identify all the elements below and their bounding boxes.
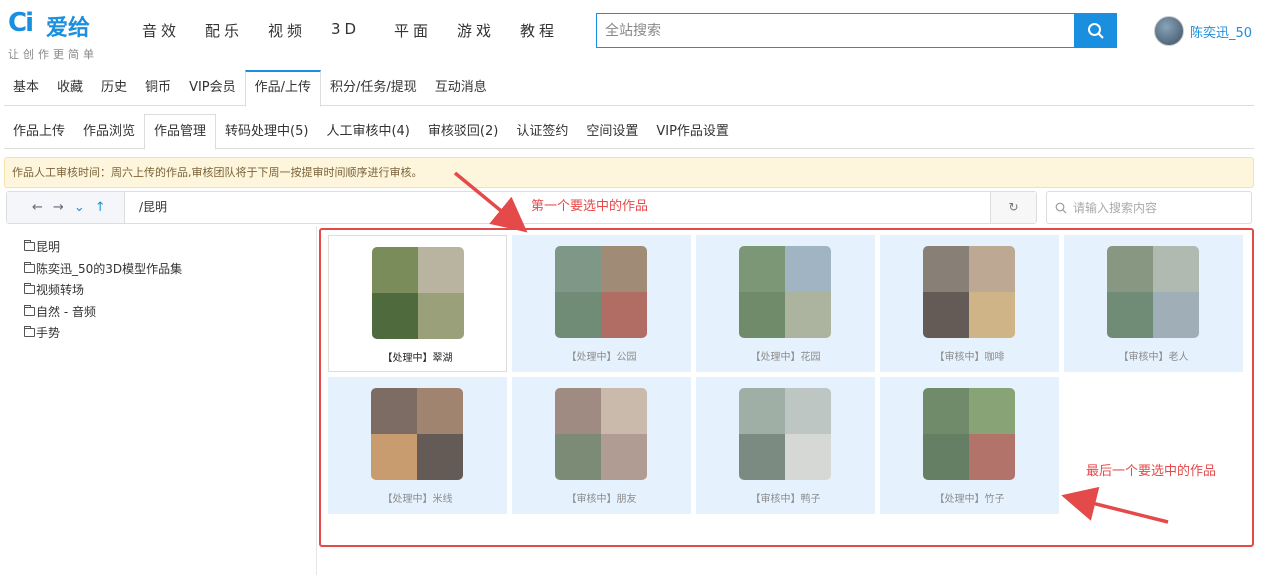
arrow-to-last-icon bbox=[1061, 486, 1169, 524]
annotation-arrows bbox=[453, 171, 1169, 524]
arrow-to-first-icon bbox=[453, 171, 528, 233]
